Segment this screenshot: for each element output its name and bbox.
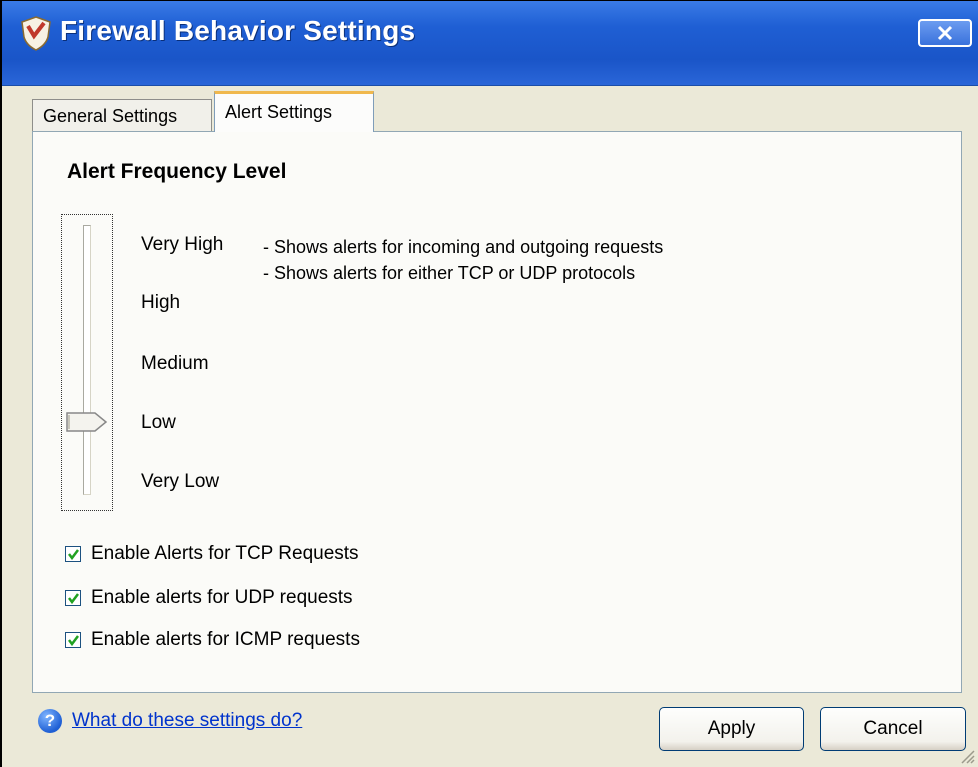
alert-level-slider-track[interactable] — [83, 225, 91, 495]
cancel-button[interactable]: Cancel — [820, 707, 966, 751]
description-line: - Shows alerts for incoming and outgoing… — [263, 237, 664, 257]
icmp-alerts-label: Enable alerts for ICMP requests — [91, 629, 360, 650]
help-link[interactable]: What do these settings do? — [72, 710, 302, 732]
tcp-alerts-checkbox-row[interactable]: Enable Alerts for TCP Requests — [65, 543, 359, 565]
udp-alerts-checkbox[interactable] — [65, 590, 81, 606]
checkmark-icon — [68, 549, 79, 561]
icmp-alerts-checkbox[interactable] — [65, 632, 81, 648]
level-description: - Shows alerts for incoming and outgoing… — [263, 234, 663, 286]
description-line: - Shows alerts for either TCP or UDP pro… — [263, 263, 636, 283]
alert-frequency-title: Alert Frequency Level — [67, 160, 287, 183]
level-high: High — [141, 292, 181, 313]
resize-grip-icon[interactable] — [956, 745, 976, 765]
tcp-alerts-checkbox[interactable] — [65, 546, 81, 562]
apply-button[interactable]: Apply — [659, 707, 804, 751]
level-very-low: Very Low — [141, 471, 220, 492]
firewall-settings-window: Firewall Behavior Settings General Setti… — [0, 0, 978, 767]
alert-settings-panel: Alert Frequency Level Very High High Med… — [32, 131, 962, 693]
checkmark-icon — [68, 635, 79, 647]
icmp-alerts-checkbox-row[interactable]: Enable alerts for ICMP requests — [65, 629, 360, 651]
close-button[interactable] — [918, 19, 972, 47]
shield-icon — [21, 16, 51, 51]
window-title: Firewall Behavior Settings — [60, 15, 416, 46]
close-icon — [937, 25, 953, 41]
udp-alerts-label: Enable alerts for UDP requests — [91, 587, 353, 608]
tcp-alerts-label: Enable Alerts for TCP Requests — [91, 543, 359, 564]
udp-alerts-checkbox-row[interactable]: Enable alerts for UDP requests — [65, 587, 353, 609]
title-bar[interactable]: Firewall Behavior Settings — [2, 1, 978, 86]
level-low: Low — [141, 412, 176, 433]
checkmark-icon — [68, 593, 79, 605]
tab-general-settings[interactable]: General Settings — [32, 99, 212, 131]
help-icon[interactable]: ? — [38, 709, 62, 733]
level-medium: Medium — [141, 353, 209, 374]
level-very-high: Very High — [141, 234, 224, 255]
tab-alert-settings[interactable]: Alert Settings — [214, 91, 374, 132]
alert-level-slider-thumb[interactable] — [65, 410, 109, 434]
help-link-row[interactable]: ? What do these settings do? — [38, 709, 302, 733]
